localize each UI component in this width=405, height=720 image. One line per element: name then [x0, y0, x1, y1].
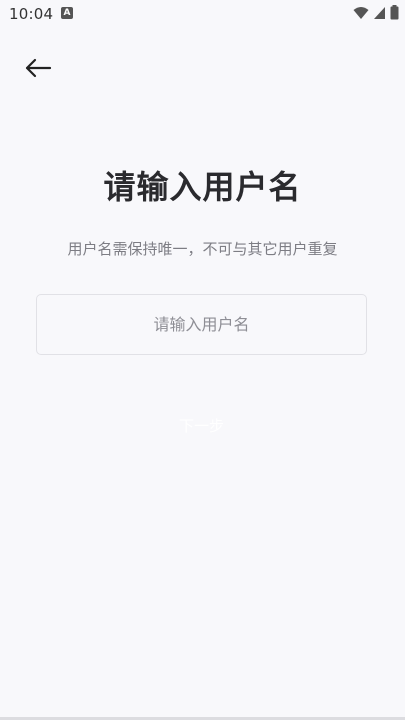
notification-icon: A [61, 7, 73, 19]
status-icons [353, 5, 399, 20]
battery-icon [390, 5, 399, 20]
subtitle: 用户名需保持唯一，不可与其它用户重复 [67, 240, 338, 258]
status-time: 10:04 [9, 5, 54, 23]
signal-icon [373, 6, 386, 20]
wifi-icon [353, 6, 369, 20]
arrow-left-icon [24, 58, 52, 82]
status-bar: 10:04 A [0, 0, 405, 28]
next-button[interactable]: 下一步 [36, 394, 367, 456]
back-button[interactable] [18, 52, 58, 88]
page-title: 请输入用户名 [103, 168, 302, 206]
username-input[interactable] [36, 294, 367, 355]
